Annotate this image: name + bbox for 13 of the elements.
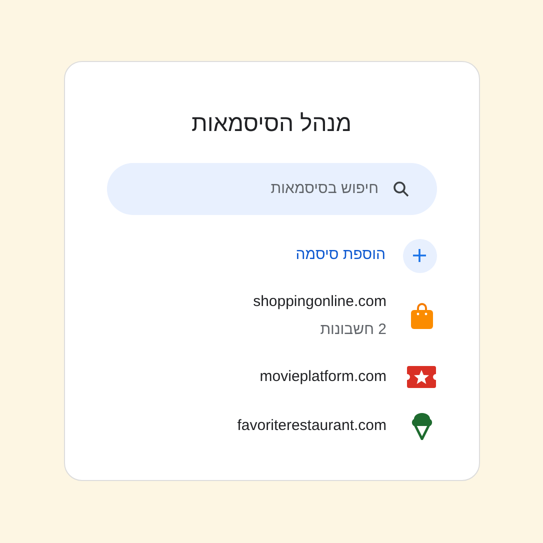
- site-name[interactable]: favoriterestaurant.com: [237, 414, 386, 438]
- search-field[interactable]: חיפוש בסיסמאות: [106, 162, 436, 214]
- shopping-bag-icon: [410, 303, 432, 329]
- site-name[interactable]: shoppingonline.com: [253, 290, 386, 313]
- add-icon-button[interactable]: [402, 238, 436, 272]
- ice-cream-icon: [410, 412, 432, 440]
- card-title: מנהל הסיסמאות: [191, 109, 352, 138]
- plus-icon: [413, 249, 426, 262]
- ticket-star-icon: [407, 366, 436, 388]
- site-name[interactable]: movieplatform.com: [260, 366, 386, 388]
- search-icon: [392, 180, 408, 196]
- add-password-link[interactable]: הוספת סיסמה: [296, 244, 386, 267]
- account-count: 2 חשבונות: [320, 320, 386, 340]
